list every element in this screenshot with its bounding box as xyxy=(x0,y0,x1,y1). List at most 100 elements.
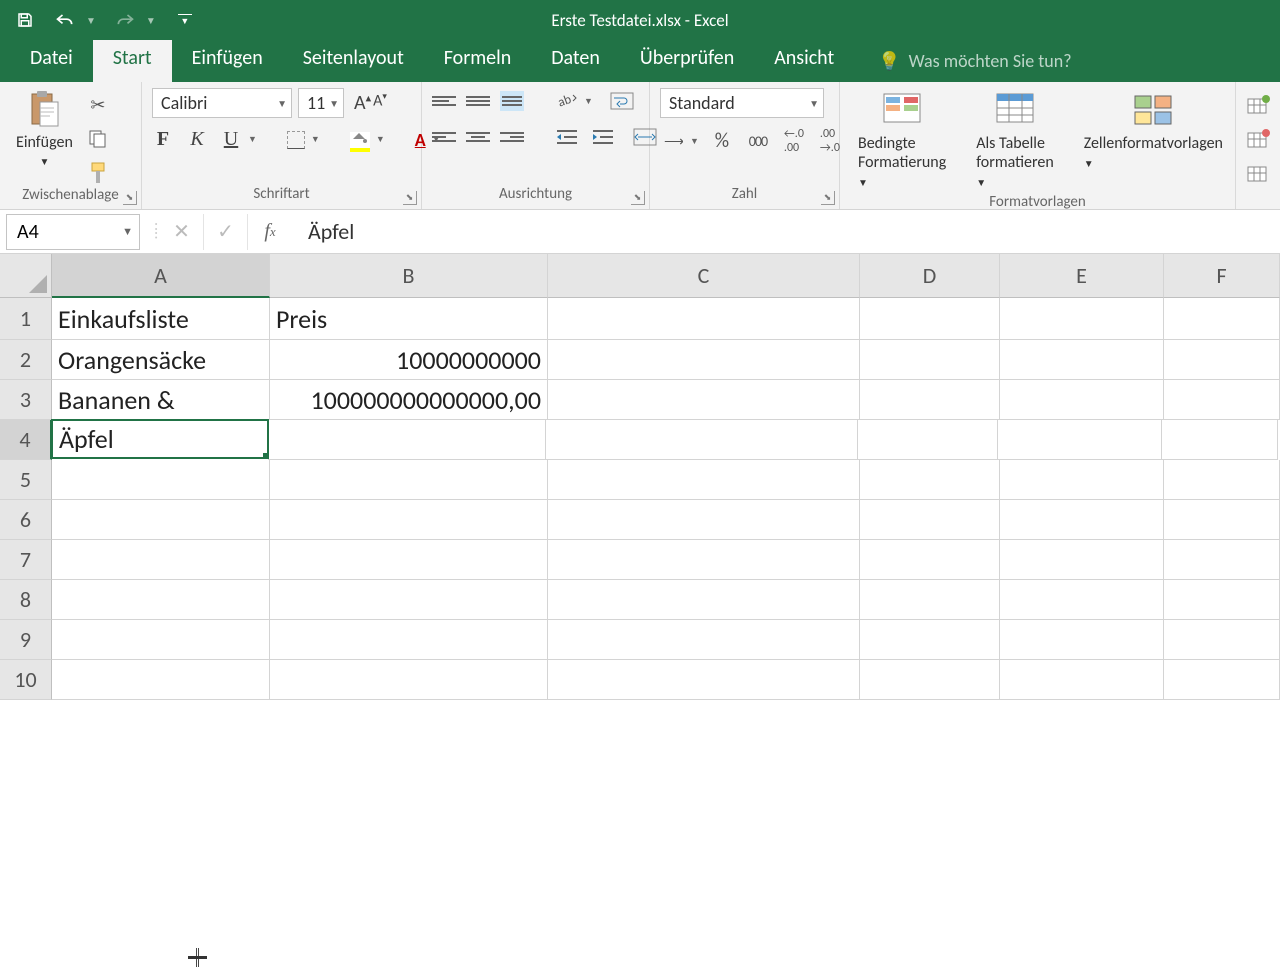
cell-E8[interactable] xyxy=(1000,580,1164,620)
name-box[interactable]: A4 ▼ xyxy=(6,214,140,250)
number-launcher-icon[interactable]: ⬊ xyxy=(821,191,835,205)
tab-insert[interactable]: Einfügen xyxy=(172,36,283,82)
underline-button[interactable]: U xyxy=(220,128,242,151)
cell-B7[interactable] xyxy=(270,540,548,580)
cell-B5[interactable] xyxy=(270,460,548,500)
cell-A10[interactable] xyxy=(52,660,270,700)
cell-B9[interactable] xyxy=(270,620,548,660)
tab-view[interactable]: Ansicht xyxy=(754,36,854,82)
fill-dropdown-icon[interactable]: ▼ xyxy=(376,134,385,145)
format-as-table-button[interactable]: Als Tabelle formatieren▼ xyxy=(968,88,1061,193)
row-header-4[interactable]: 4 xyxy=(0,420,52,460)
cell-A5[interactable] xyxy=(52,460,270,500)
cell-D6[interactable] xyxy=(860,500,1000,540)
align-left-icon[interactable] xyxy=(432,127,456,147)
cell-C6[interactable] xyxy=(548,500,860,540)
increase-font-icon[interactable]: A▴ xyxy=(354,91,371,115)
cell-A9[interactable] xyxy=(52,620,270,660)
copy-icon[interactable] xyxy=(85,126,111,152)
cell-B10[interactable] xyxy=(270,660,548,700)
format-painter-icon[interactable] xyxy=(85,160,111,186)
cell-E7[interactable] xyxy=(1000,540,1164,580)
cell-F3[interactable] xyxy=(1164,380,1280,420)
select-all-corner[interactable] xyxy=(0,254,52,298)
number-format-combo[interactable]: Standard▼ xyxy=(660,88,824,118)
cell-D3[interactable] xyxy=(860,380,1000,420)
align-middle-icon[interactable] xyxy=(466,91,490,111)
cell-styles-button[interactable]: Zellenformatvorlagen▼ xyxy=(1076,88,1231,174)
insert-cells-icon[interactable] xyxy=(1246,92,1272,118)
cell-E3[interactable] xyxy=(1000,380,1164,420)
cell-F2[interactable] xyxy=(1164,340,1280,380)
cell-D8[interactable] xyxy=(860,580,1000,620)
cell-A4[interactable]: Äpfel xyxy=(51,419,269,459)
cell-A1[interactable]: Einkaufsliste xyxy=(52,298,270,340)
cell-D5[interactable] xyxy=(860,460,1000,500)
wrap-text-icon[interactable] xyxy=(609,88,635,114)
cell-B2[interactable]: 10000000000 xyxy=(270,340,548,380)
cell-F10[interactable] xyxy=(1164,660,1280,700)
cell-D4[interactable] xyxy=(858,420,998,460)
cell-F8[interactable] xyxy=(1164,580,1280,620)
row-header-2[interactable]: 2 xyxy=(0,340,52,380)
decrease-indent-icon[interactable] xyxy=(554,124,580,150)
cell-E5[interactable] xyxy=(1000,460,1164,500)
cell-C8[interactable] xyxy=(548,580,860,620)
align-bottom-icon[interactable] xyxy=(500,91,524,111)
increase-indent-icon[interactable] xyxy=(590,124,616,150)
accounting-format-icon[interactable]: ⟶ xyxy=(660,128,686,154)
underline-dropdown-icon[interactable]: ▼ xyxy=(248,134,257,145)
cell-C9[interactable] xyxy=(548,620,860,660)
cell-B3[interactable]: 100000000000000,00 xyxy=(270,380,548,420)
col-header-B[interactable]: B xyxy=(270,254,548,298)
save-icon[interactable] xyxy=(14,9,36,31)
cell-B1[interactable]: Preis xyxy=(270,298,548,340)
tab-review[interactable]: Überprüfen xyxy=(620,36,754,82)
increase-decimal-icon[interactable]: ←.0.00 xyxy=(781,128,807,154)
cell-C7[interactable] xyxy=(548,540,860,580)
cell-D2[interactable] xyxy=(860,340,1000,380)
cut-icon[interactable]: ✂ xyxy=(85,92,111,118)
enter-formula-icon[interactable]: ✓ xyxy=(204,214,248,250)
bold-button[interactable]: F xyxy=(152,128,174,151)
font-launcher-icon[interactable]: ⬊ xyxy=(403,191,417,205)
cell-D1[interactable] xyxy=(860,298,1000,340)
qat-customize-icon[interactable]: ▼ xyxy=(174,9,196,31)
align-top-icon[interactable] xyxy=(432,91,456,111)
cancel-formula-icon[interactable]: ✕ xyxy=(160,214,204,250)
row-header-1[interactable]: 1 xyxy=(0,298,52,340)
font-size-combo[interactable]: 11▼ xyxy=(298,88,344,118)
col-header-F[interactable]: F xyxy=(1164,254,1280,298)
cell-C10[interactable] xyxy=(548,660,860,700)
cell-E9[interactable] xyxy=(1000,620,1164,660)
tab-data[interactable]: Daten xyxy=(531,36,620,82)
row-header-7[interactable]: 7 xyxy=(0,540,52,580)
cell-F9[interactable] xyxy=(1164,620,1280,660)
alignment-launcher-icon[interactable]: ⬊ xyxy=(631,191,645,205)
cell-D7[interactable] xyxy=(860,540,1000,580)
cell-A7[interactable] xyxy=(52,540,270,580)
orientation-icon[interactable]: ab xyxy=(554,88,580,114)
orientation-dropdown-icon[interactable]: ▼ xyxy=(584,96,593,107)
delete-cells-icon[interactable] xyxy=(1246,126,1272,152)
cell-D10[interactable] xyxy=(860,660,1000,700)
formula-input[interactable]: Äpfel xyxy=(302,218,1280,245)
font-name-combo[interactable]: Calibri▼ xyxy=(152,88,292,118)
cell-C1[interactable] xyxy=(548,298,860,340)
accounting-dropdown-icon[interactable]: ▼ xyxy=(690,136,699,147)
cell-D9[interactable] xyxy=(860,620,1000,660)
cell-B4[interactable] xyxy=(268,420,546,460)
cell-A2[interactable]: Orangensäcke xyxy=(52,340,270,380)
align-right-icon[interactable] xyxy=(500,127,524,147)
percent-icon[interactable]: % xyxy=(709,128,735,154)
cell-E2[interactable] xyxy=(1000,340,1164,380)
cell-A8[interactable] xyxy=(52,580,270,620)
tab-home[interactable]: Start xyxy=(93,36,172,82)
cell-F6[interactable] xyxy=(1164,500,1280,540)
cell-C4[interactable] xyxy=(546,420,858,460)
cell-E10[interactable] xyxy=(1000,660,1164,700)
borders-dropdown-icon[interactable]: ▼ xyxy=(311,134,320,145)
redo-icon[interactable] xyxy=(114,9,136,31)
col-header-A[interactable]: A xyxy=(52,254,270,298)
row-header-5[interactable]: 5 xyxy=(0,460,52,500)
